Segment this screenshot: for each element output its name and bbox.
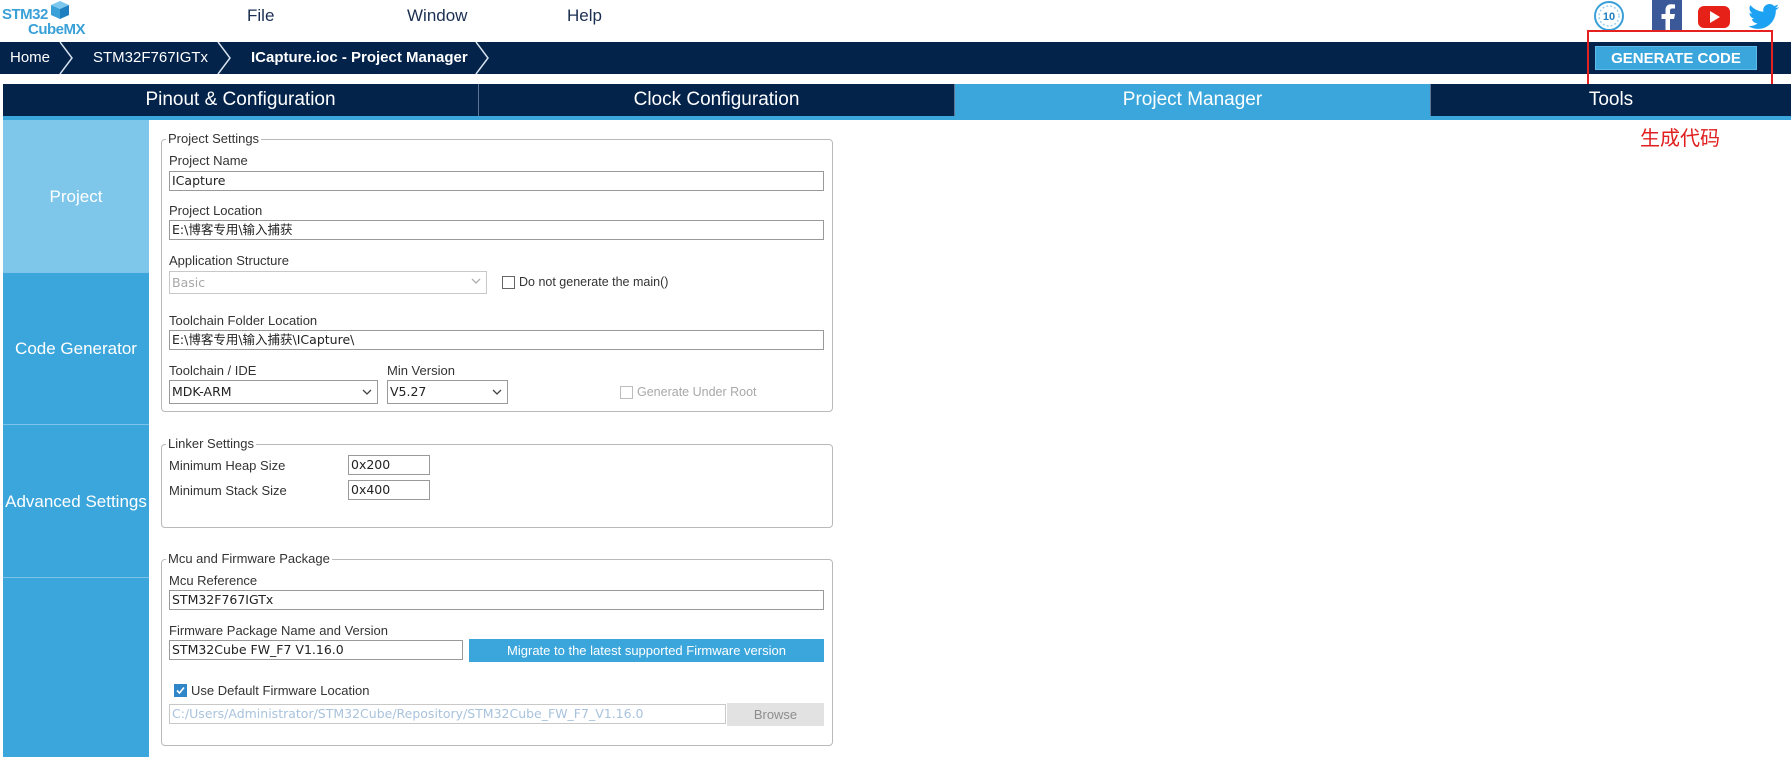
use-default-location-label: Use Default Firmware Location — [191, 683, 370, 698]
application-structure-label: Application Structure — [169, 253, 289, 268]
youtube-icon[interactable] — [1697, 0, 1731, 32]
toolchain-folder-input[interactable]: E:\博客专用\输入捕获\ICapture\ — [169, 330, 824, 350]
firmware-package-group: Mcu and Firmware Package Mcu Reference S… — [161, 551, 833, 746]
toolchain-folder-label: Toolchain Folder Location — [169, 313, 318, 328]
stack-size-input[interactable]: 0x400 — [348, 480, 430, 500]
min-version-value: V5.27 — [390, 384, 427, 399]
main-tabs: Pinout & Configuration Clock Configurati… — [3, 84, 1791, 116]
menu-help[interactable]: Help — [567, 6, 602, 26]
heap-size-input[interactable]: 0x200 — [348, 455, 430, 475]
mcu-reference-label: Mcu Reference — [169, 573, 258, 588]
chevron-down-icon — [471, 278, 481, 284]
tab-pinout-configuration[interactable]: Pinout & Configuration — [3, 84, 479, 116]
tab-clock-configuration[interactable]: Clock Configuration — [479, 84, 955, 116]
menu-file[interactable]: File — [247, 6, 274, 26]
project-name-input[interactable]: ICapture — [169, 171, 824, 191]
mcu-reference-input[interactable]: STM32F767IGTx — [169, 590, 824, 610]
heap-size-label: Minimum Heap Size — [169, 458, 286, 473]
use-default-location-checkbox[interactable] — [174, 684, 187, 697]
breadcrumb-separator-icon — [59, 42, 73, 74]
nav-code-generator[interactable]: Code Generator — [3, 273, 149, 425]
breadcrumb: Home STM32F767IGTx ICapture.ioc - Projec… — [0, 42, 1791, 74]
project-location-input[interactable]: E:\博客专用\输入捕获 — [169, 220, 824, 240]
breadcrumb-separator-icon — [217, 42, 231, 74]
logo-text-line2: CubeMX — [28, 21, 86, 38]
nav-project[interactable]: Project — [3, 120, 149, 273]
generate-under-root-checkbox[interactable] — [620, 386, 633, 399]
application-structure-value: Basic — [172, 275, 206, 290]
project-settings-legend: Project Settings — [166, 131, 262, 146]
firmware-package-input[interactable]: STM32Cube FW_F7 V1.16.0 — [169, 640, 463, 660]
browse-button[interactable]: Browse — [727, 703, 824, 726]
chevron-down-icon — [362, 389, 372, 395]
min-version-select[interactable]: V5.27 — [387, 380, 508, 404]
breadcrumb-mcu[interactable]: STM32F767IGTx — [93, 42, 208, 74]
facebook-icon[interactable] — [1650, 0, 1684, 32]
left-nav: Project Code Generator Advanced Settings — [3, 120, 149, 757]
project-name-label: Project Name — [169, 153, 248, 168]
breadcrumb-project[interactable]: ICapture.ioc - Project Manager — [251, 42, 468, 74]
svg-text:10: 10 — [1603, 11, 1615, 23]
toolchain-ide-label: Toolchain / IDE — [169, 363, 257, 378]
toolchain-ide-select[interactable]: MDK-ARM — [169, 380, 378, 404]
firmware-package-label: Firmware Package Name and Version — [169, 623, 388, 638]
menu-window[interactable]: Window — [407, 6, 467, 26]
min-version-label: Min Version — [387, 363, 455, 378]
anniversary-badge-icon[interactable]: 10 — [1592, 0, 1626, 32]
generate-under-root-label: Generate Under Root — [637, 385, 757, 399]
toolchain-ide-value: MDK-ARM — [172, 384, 232, 399]
linker-settings-legend: Linker Settings — [166, 436, 256, 451]
application-structure-select[interactable]: Basic — [169, 271, 487, 294]
tab-tools[interactable]: Tools — [1431, 84, 1791, 116]
firmware-package-legend: Mcu and Firmware Package — [166, 551, 332, 566]
breadcrumb-separator-icon — [475, 42, 489, 74]
twitter-icon[interactable] — [1747, 0, 1781, 32]
annotation-text: 生成代码 — [1640, 128, 1720, 150]
highlight-box — [1587, 30, 1773, 87]
project-settings-group: Project Settings Project Name ICapture P… — [161, 131, 833, 412]
project-location-label: Project Location — [169, 203, 263, 218]
tab-project-manager[interactable]: Project Manager — [955, 84, 1431, 116]
checkmark-icon — [176, 686, 185, 695]
stack-size-label: Minimum Stack Size — [169, 483, 287, 498]
chevron-down-icon — [492, 389, 502, 395]
breadcrumb-home[interactable]: Home — [10, 42, 50, 74]
nav-advanced-settings[interactable]: Advanced Settings — [3, 425, 149, 578]
tabs-underline — [3, 116, 1791, 120]
migrate-firmware-button[interactable]: Migrate to the latest supported Firmware… — [469, 639, 824, 662]
stm32cubemx-logo: STM32 CubeMX — [0, 1, 86, 40]
no-main-label: Do not generate the main() — [519, 275, 669, 289]
cube-icon — [51, 1, 69, 19]
firmware-location-input[interactable]: C:/Users/Administrator/STM32Cube/Reposit… — [169, 704, 726, 724]
menu-bar: STM32 CubeMX File Window Help 10 — [0, 0, 1791, 42]
linker-settings-group: Linker Settings Minimum Heap Size 0x200 … — [161, 436, 833, 528]
no-main-checkbox[interactable] — [502, 276, 515, 289]
